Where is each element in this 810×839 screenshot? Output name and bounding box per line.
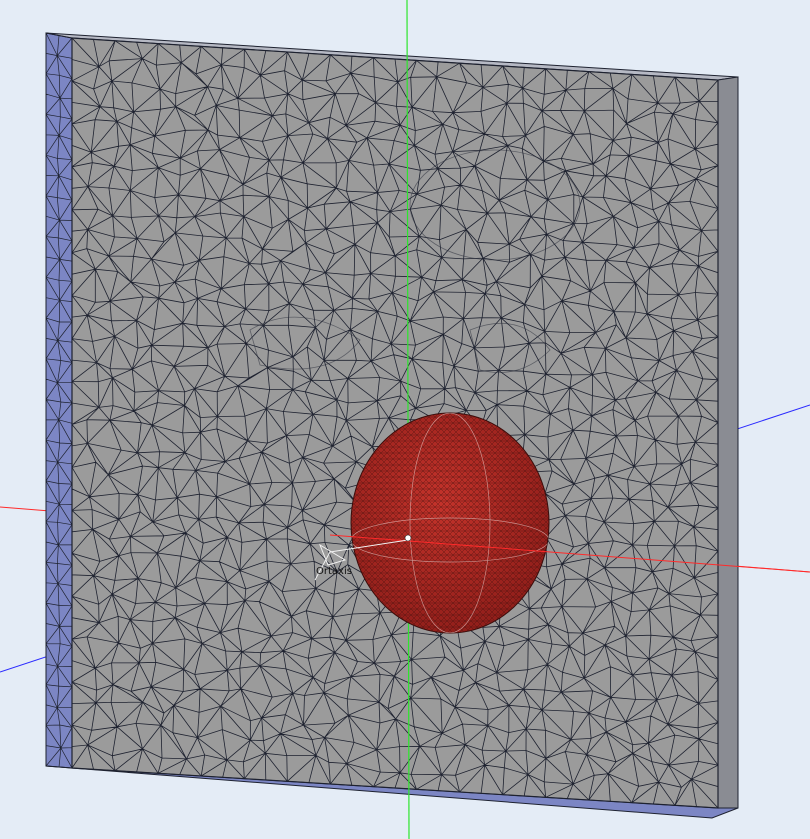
- origin-axis-label: Ortaxis: [316, 566, 352, 577]
- slab-front-face: [71, 37, 719, 809]
- mesh-scene[interactable]: Ortaxis: [0, 0, 810, 839]
- slab-right-face: [717, 76, 739, 809]
- 3d-viewport[interactable]: Ortaxis: [0, 0, 810, 839]
- origin-point: [404, 534, 412, 542]
- sphere-object[interactable]: [350, 412, 550, 634]
